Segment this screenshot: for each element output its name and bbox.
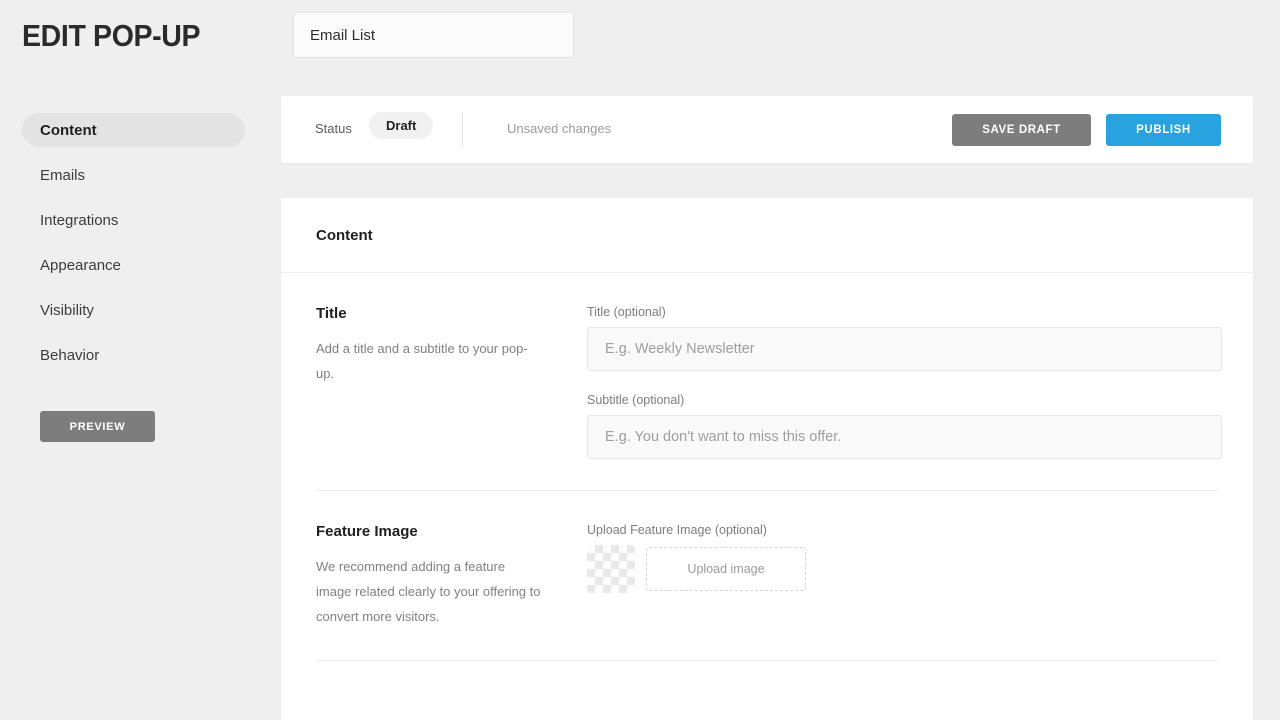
content-card-title: Content (316, 227, 373, 244)
sidebar-item-label: Content (40, 122, 97, 139)
section-title-fields-column: Title (optional) Subtitle (optional) (587, 305, 1222, 459)
sidebar-nav: Content Emails Integrations Appearance V… (22, 113, 245, 383)
status-card: Status Draft Unsaved changes SAVE DRAFT … (281, 96, 1253, 163)
section-feature-image-description-column: Feature Image We recommend adding a feat… (316, 523, 587, 629)
section-divider (316, 660, 1218, 661)
status-badge: Draft (369, 112, 433, 139)
sidebar-item-emails[interactable]: Emails (22, 158, 245, 192)
sidebar: Content Emails Integrations Appearance V… (0, 70, 281, 720)
sidebar-item-integrations[interactable]: Integrations (22, 203, 245, 237)
title-input[interactable] (587, 327, 1222, 371)
upload-row: Upload image (587, 545, 1218, 593)
section-description: Add a title and a subtitle to your pop-u… (316, 336, 541, 386)
sidebar-item-content[interactable]: Content (22, 113, 245, 147)
content-card-header: Content (281, 198, 1253, 273)
section-description: We recommend adding a feature image rela… (316, 554, 541, 629)
sidebar-item-label: Appearance (40, 257, 121, 274)
save-draft-button[interactable]: SAVE DRAFT (952, 114, 1091, 146)
section-title: Title Add a title and a subtitle to your… (281, 273, 1253, 491)
transparent-image-placeholder-icon (587, 545, 635, 593)
main-content: Status Draft Unsaved changes SAVE DRAFT … (281, 70, 1280, 720)
preview-button[interactable]: PREVIEW (40, 411, 155, 442)
popup-name-input[interactable] (293, 12, 574, 58)
field-label: Subtitle (optional) (587, 393, 1222, 407)
section-heading: Feature Image (316, 523, 587, 540)
section-feature-image-upload-column: Upload Feature Image (optional) Upload i… (587, 523, 1218, 629)
sidebar-item-label: Behavior (40, 347, 99, 364)
page-title: EDIT POP-UP (22, 18, 200, 54)
status-label: Status (315, 121, 352, 136)
field-feature-image: Upload Feature Image (optional) Upload i… (587, 523, 1218, 593)
subtitle-input[interactable] (587, 415, 1222, 459)
status-row: Status Draft Unsaved changes SAVE DRAFT … (281, 96, 1253, 163)
unsaved-changes-text: Unsaved changes (507, 121, 611, 136)
section-title-description-column: Title Add a title and a subtitle to your… (316, 305, 587, 459)
section-heading: Title (316, 305, 587, 322)
publish-button[interactable]: PUBLISH (1106, 114, 1221, 146)
edit-popup-page: EDIT POP-UP Content Emails Integrations … (0, 0, 1280, 720)
field-title: Title (optional) (587, 305, 1222, 371)
sidebar-item-appearance[interactable]: Appearance (22, 248, 245, 282)
vertical-divider (462, 112, 463, 146)
sidebar-item-label: Integrations (40, 212, 118, 229)
sidebar-item-behavior[interactable]: Behavior (22, 338, 245, 372)
top-bar: EDIT POP-UP (0, 0, 1280, 70)
upload-image-button[interactable]: Upload image (646, 547, 806, 591)
field-label: Title (optional) (587, 305, 1222, 319)
sidebar-item-visibility[interactable]: Visibility (22, 293, 245, 327)
field-label: Upload Feature Image (optional) (587, 523, 1218, 537)
sidebar-item-label: Emails (40, 167, 85, 184)
section-feature-image: Feature Image We recommend adding a feat… (281, 491, 1253, 661)
field-subtitle: Subtitle (optional) (587, 393, 1222, 459)
content-card: Content Title Add a title and a subtitle… (281, 198, 1253, 720)
sidebar-item-label: Visibility (40, 302, 94, 319)
